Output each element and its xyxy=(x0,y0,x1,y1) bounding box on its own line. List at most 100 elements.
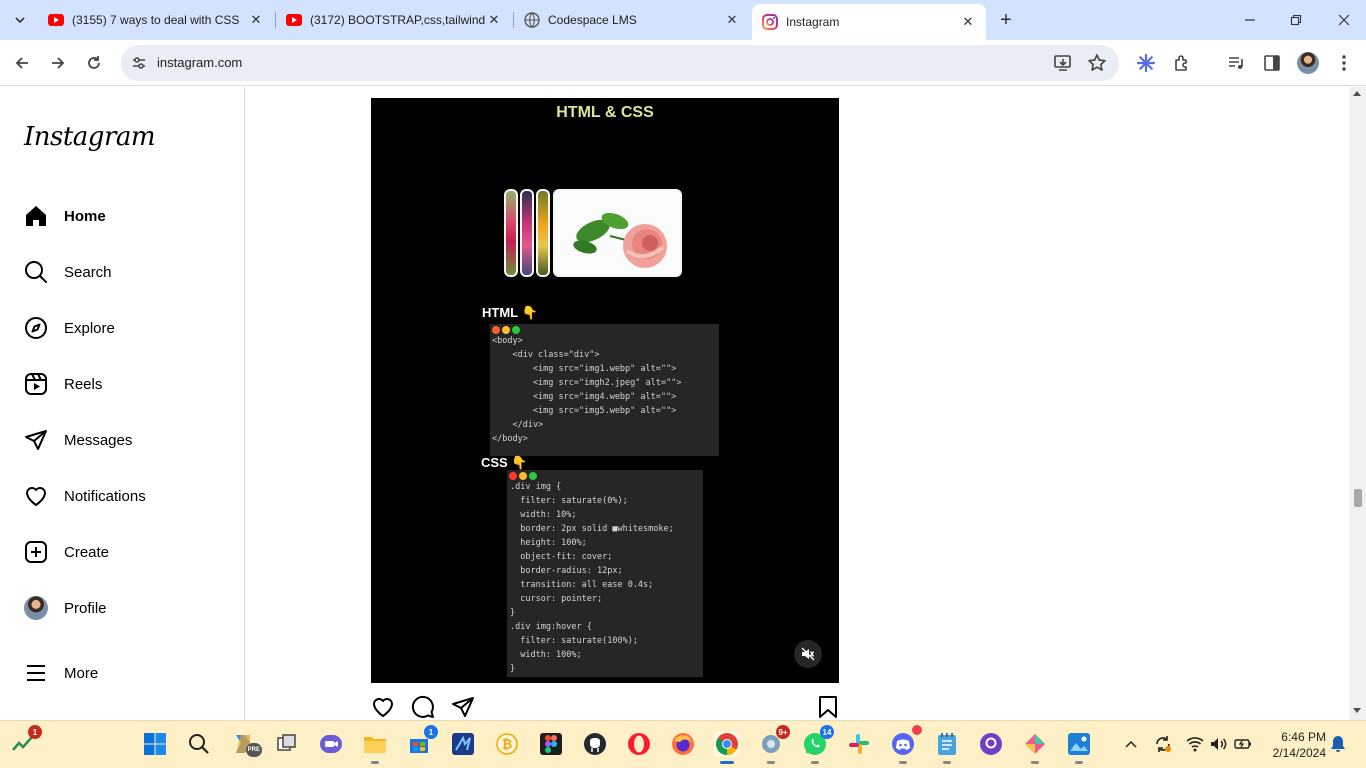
like-button[interactable] xyxy=(371,695,395,719)
heart-icon xyxy=(373,698,393,717)
unmute-button[interactable] xyxy=(794,640,822,668)
snowflake-extension-icon xyxy=(1137,54,1155,72)
task-view-button[interactable] xyxy=(274,731,300,757)
notepad-button[interactable] xyxy=(934,731,960,764)
github-desktop-button[interactable] xyxy=(582,731,608,757)
running-indicator xyxy=(943,761,951,764)
sidebar-item-reels[interactable]: Reels xyxy=(12,360,232,408)
chrome-menu-button[interactable] xyxy=(1332,51,1356,75)
close-icon[interactable]: ✕ xyxy=(724,12,740,28)
tab-instagram[interactable]: Instagram ✕ xyxy=(752,4,986,40)
show-hidden-icons-button[interactable] xyxy=(1122,735,1140,753)
instagram-logo[interactable]: Instagram xyxy=(24,122,156,152)
sidebar-item-home[interactable]: Home xyxy=(12,192,232,240)
system-clock[interactable]: 6:46 PM 2/14/2024 xyxy=(1262,729,1326,761)
code-line: </div> xyxy=(492,420,544,430)
sidebar-item-messages[interactable]: Messages xyxy=(12,416,232,464)
gitkraken-button[interactable] xyxy=(1022,731,1048,764)
chrome-button[interactable] xyxy=(714,731,740,764)
scroll-down-arrow[interactable] xyxy=(1353,708,1361,713)
slack-button[interactable] xyxy=(846,731,872,757)
discord-button[interactable] xyxy=(890,725,922,764)
vscode-insiders-button[interactable] xyxy=(450,731,476,757)
reload-button[interactable] xyxy=(82,51,106,75)
url-text[interactable]: instagram.com xyxy=(157,55,242,70)
code-line: </body> xyxy=(492,434,528,444)
code-line: <img src="img5.webp" alt=""> xyxy=(492,406,677,416)
forward-button[interactable] xyxy=(46,51,70,75)
close-icon[interactable]: ✕ xyxy=(248,12,264,28)
media-control-button[interactable] xyxy=(1224,51,1248,75)
post-video[interactable]: HTML & CSS HTML 👇 <body> <div class="div… xyxy=(371,98,839,683)
notepad-icon xyxy=(938,733,956,755)
close-window-button[interactable] xyxy=(1332,8,1356,32)
code-line: <img src="imgh2.jpeg" alt=""> xyxy=(492,378,682,388)
wifi-tray-icon[interactable] xyxy=(1186,735,1204,753)
close-icon[interactable]: ✕ xyxy=(486,12,502,28)
restore-button[interactable] xyxy=(1284,8,1308,32)
playlist-icon xyxy=(1229,57,1243,69)
address-bar[interactable]: instagram.com xyxy=(121,45,1119,81)
running-indicator xyxy=(811,761,819,764)
tab-strip: (3155) 7 ways to deal with CSS ✕ (3172) … xyxy=(0,0,1366,40)
sidebar-item-notifications[interactable]: Notifications xyxy=(12,472,232,520)
sidebar-item-more[interactable]: More xyxy=(12,649,232,697)
search-button[interactable] xyxy=(186,731,212,757)
minimize-button[interactable] xyxy=(1238,8,1262,32)
extensions-button[interactable] xyxy=(1170,51,1194,75)
microsoft-store-button[interactable]: 1 xyxy=(406,725,438,757)
new-tab-button[interactable]: + xyxy=(994,8,1018,32)
profile-button[interactable] xyxy=(1296,51,1320,75)
sidebar-item-explore[interactable]: Explore xyxy=(12,304,232,352)
bookmark-star-icon[interactable] xyxy=(1087,53,1107,73)
css-section-label: CSS 👇 xyxy=(481,455,528,470)
rose-gallery-image xyxy=(504,189,682,277)
close-icon[interactable]: ✕ xyxy=(960,14,976,30)
sync-tray-icon[interactable] xyxy=(1154,735,1172,753)
scroll-up-arrow[interactable] xyxy=(1353,91,1361,96)
widgets-button[interactable]: 1 xyxy=(10,725,42,757)
site-info-icon[interactable] xyxy=(129,53,149,73)
meet-button[interactable] xyxy=(318,731,344,757)
wifi-icon xyxy=(1186,737,1204,752)
whatsapp-button[interactable]: 14 xyxy=(802,725,834,764)
back-button[interactable] xyxy=(10,51,34,75)
opera-button[interactable] xyxy=(626,731,652,757)
code-line: filter: saturate(100%); xyxy=(510,636,638,646)
tab-search-button[interactable] xyxy=(8,8,32,32)
github-button[interactable] xyxy=(978,731,1004,757)
sidebar-item-label: Search xyxy=(64,263,112,281)
side-panel-button[interactable] xyxy=(1260,51,1284,75)
bitcoin-app-button[interactable]: ₿ xyxy=(494,731,520,757)
figma-button[interactable] xyxy=(538,731,564,757)
tab-title: (3155) 7 ways to deal with CSS xyxy=(72,13,240,27)
photos-button[interactable] xyxy=(1066,731,1092,764)
globe-icon xyxy=(524,12,540,28)
tab-youtube-bootstrap[interactable]: (3172) BOOTSTRAP,css,tailwind ✕ xyxy=(276,6,512,34)
sidebar-item-create[interactable]: Create xyxy=(12,528,232,576)
copilot-button[interactable]: PRE xyxy=(230,731,262,757)
install-app-icon[interactable] xyxy=(1053,53,1073,73)
gallery-main-image xyxy=(553,189,682,277)
sidebar-item-profile[interactable]: Profile xyxy=(12,584,232,632)
volume-tray-icon[interactable] xyxy=(1210,735,1228,753)
notification-center-button[interactable] xyxy=(1329,735,1347,753)
media-app-button[interactable]: 9+ xyxy=(758,725,790,764)
photos-icon xyxy=(1068,733,1090,755)
tab-codespace[interactable]: Codespace LMS ✕ xyxy=(514,6,750,34)
scrollbar-thumb[interactable] xyxy=(1354,489,1362,507)
extension-perplexity-button[interactable] xyxy=(1134,51,1158,75)
firefox-button[interactable] xyxy=(670,731,696,757)
dot-green xyxy=(529,472,537,480)
file-explorer-button[interactable] xyxy=(362,731,388,764)
code-line: transition: all ease 0.4s; xyxy=(510,580,654,590)
page-scrollbar[interactable] xyxy=(1349,87,1366,720)
share-button[interactable] xyxy=(451,695,475,719)
sidebar-item-search[interactable]: Search xyxy=(12,248,232,296)
start-button[interactable] xyxy=(142,731,168,757)
tab-youtube-css[interactable]: (3155) 7 ways to deal with CSS ✕ xyxy=(38,6,274,34)
battery-tray-icon[interactable] xyxy=(1234,735,1252,753)
comment-button[interactable] xyxy=(411,695,435,719)
dot-red xyxy=(509,472,517,480)
save-button[interactable] xyxy=(816,695,840,719)
